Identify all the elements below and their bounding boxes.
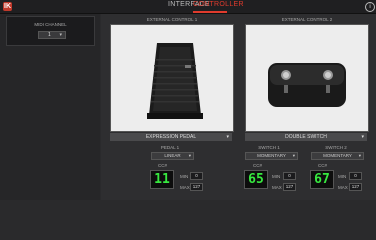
switch-1-min-input[interactable]: 0 — [283, 172, 296, 180]
device-2-label: DOUBLE SWITCH — [285, 134, 327, 140]
chevron-down-icon: ▾ — [226, 134, 229, 140]
pedal-1-max-label: MAX — [180, 185, 190, 190]
switch-2-min-label: MIN — [338, 174, 347, 179]
chevron-down-icon: ▾ — [361, 134, 364, 140]
chevron-down-icon: ▾ — [59, 32, 62, 38]
switch-1-max-input[interactable]: 127 — [283, 183, 296, 191]
chevron-down-icon: ▾ — [292, 153, 295, 158]
active-tab-indicator — [193, 11, 227, 13]
switch-2-max-label: MAX — [338, 185, 348, 190]
info-icon[interactable]: i — [365, 2, 375, 12]
switch-1-title: SWITCH 1 — [258, 145, 280, 150]
switch-1-mode: MOMENTARY — [257, 153, 286, 158]
external-control-1-device-select[interactable]: EXPRESSION PEDAL ▾ — [110, 133, 232, 141]
pedal-1-mode: LINEAR — [164, 153, 181, 158]
switch-1-min-label: MIN — [272, 174, 281, 179]
midi-channel-label: MIDI CHANNEL — [34, 22, 67, 27]
chevron-down-icon: ▾ — [358, 153, 361, 158]
external-control-2-device-select[interactable]: DOUBLE SWITCH ▾ — [245, 133, 367, 141]
device-1-label: EXPRESSION PEDAL — [145, 134, 197, 140]
switch-1-cc-label: CC# — [253, 163, 263, 168]
switch-2-max-input[interactable]: 127 — [349, 183, 362, 191]
external-control-1-title: EXTERNAL CONTROL 1 — [146, 17, 198, 22]
pedal-1-max-input[interactable]: 127 — [190, 183, 203, 191]
switch-2-min-input[interactable]: 0 — [349, 172, 362, 180]
expression-pedal-image — [110, 24, 234, 132]
pedal-1-mode-select[interactable]: LINEAR ▾ — [151, 152, 194, 160]
switch-2-cc-display[interactable]: 67 — [310, 170, 334, 189]
switch-2-mode-select[interactable]: MOMENTARY ▾ — [311, 152, 364, 160]
pedal-1-min-label: MIN — [180, 174, 189, 179]
double-switch-icon — [268, 63, 346, 107]
switch-1-cc-display[interactable]: 65 — [244, 170, 268, 189]
pedal-1-min-input[interactable]: 0 — [190, 172, 203, 180]
switch-1-mode-select[interactable]: MOMENTARY ▾ — [245, 152, 298, 160]
tab-controller[interactable]: CONTROLLER — [193, 1, 244, 8]
double-switch-image — [245, 24, 369, 132]
switch-1-max-label: MAX — [272, 185, 282, 190]
switch-2-title: SWITCH 2 — [325, 145, 347, 150]
switch-2-mode: MOMENTARY — [323, 153, 352, 158]
external-control-2-title: EXTERNAL CONTROL 2 — [281, 17, 333, 22]
midi-channel-value: 1 — [48, 32, 51, 38]
ik-logo-icon: IK — [3, 2, 12, 11]
switch-2-cc-label: CC# — [318, 163, 328, 168]
pedal-1-cc-display[interactable]: 11 — [150, 170, 174, 189]
chevron-down-icon: ▾ — [188, 153, 191, 158]
expression-pedal-icon — [147, 43, 203, 119]
pedal-1-cc-label: CC# — [158, 163, 168, 168]
midi-channel-select[interactable]: 1 ▾ — [38, 31, 66, 39]
midi-channel-box: MIDI CHANNEL 1 ▾ — [6, 16, 95, 46]
top-bar: IK INTERFACE CONTROLLER i — [0, 0, 376, 14]
pedal-1-title: PEDAL 1 — [160, 145, 180, 150]
